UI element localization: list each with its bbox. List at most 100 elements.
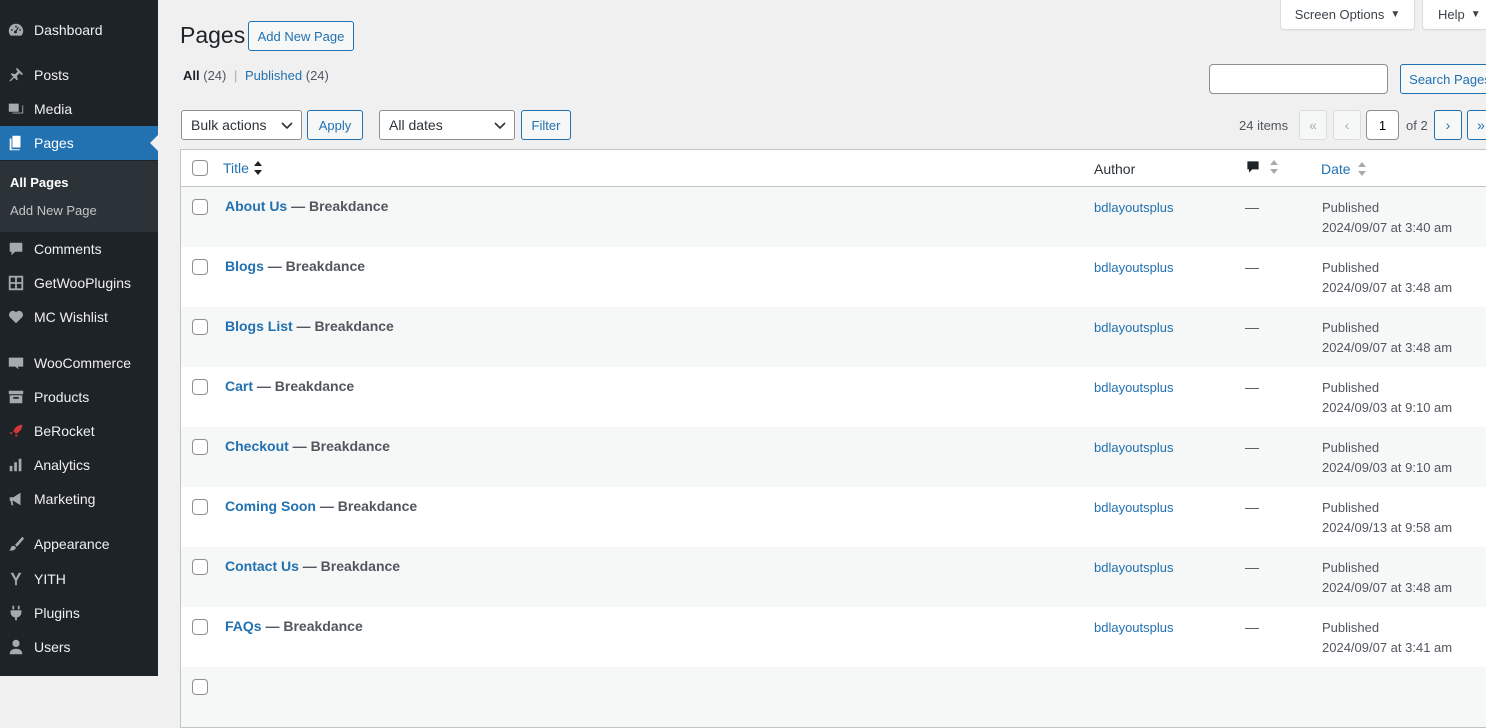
page-title-link[interactable]: FAQs — [225, 618, 262, 634]
author-link[interactable]: bdlayoutsplus — [1094, 380, 1174, 395]
menu-users[interactable]: Users — [0, 630, 158, 664]
menu-label: Users — [34, 639, 71, 655]
view-published[interactable]: Published (24) — [245, 68, 329, 83]
help-label: Help — [1438, 7, 1465, 22]
menu-mc-wishlist[interactable]: MC Wishlist — [0, 300, 158, 334]
menu-comments[interactable]: Comments — [0, 232, 158, 266]
author-link[interactable]: bdlayoutsplus — [1094, 320, 1174, 335]
table-row — [181, 667, 1486, 727]
author-link[interactable]: bdlayoutsplus — [1094, 200, 1174, 215]
date-value: 2024/09/03 at 9:10 am — [1322, 400, 1453, 415]
menu-berocket[interactable]: BeRocket — [0, 414, 158, 448]
date-value: 2024/09/07 at 3:48 am — [1322, 280, 1453, 295]
help-button[interactable]: Help ▼ — [1422, 0, 1486, 30]
row-checkbox[interactable] — [192, 199, 208, 215]
date-value: 2024/09/07 at 3:41 am — [1322, 640, 1453, 655]
menu-yith[interactable]: YITH — [0, 562, 158, 596]
menu-plugins[interactable]: Plugins — [0, 596, 158, 630]
woo-icon — [7, 354, 25, 372]
row-checkbox[interactable] — [192, 379, 208, 395]
yith-icon — [7, 570, 25, 588]
row-title: Coming Soon — Breakdance — [225, 498, 417, 514]
date-status: Published — [1322, 620, 1380, 635]
page-title-link[interactable]: Contact Us — [225, 558, 299, 574]
author-link[interactable]: bdlayoutsplus — [1094, 620, 1174, 635]
plugin-grid-icon — [7, 274, 25, 292]
column-date[interactable]: Date — [1321, 161, 1367, 177]
menu-products[interactable]: Products — [0, 380, 158, 414]
column-author: Author — [1094, 161, 1136, 177]
archive-icon — [7, 388, 25, 406]
author-link[interactable]: bdlayoutsplus — [1094, 260, 1174, 275]
search-input[interactable] — [1209, 64, 1388, 94]
date-value: 2024/09/07 at 3:40 am — [1322, 220, 1453, 235]
page-builder-label: — Breakdance — [287, 198, 389, 214]
row-checkbox[interactable] — [192, 679, 208, 695]
author-link[interactable]: bdlayoutsplus — [1094, 500, 1174, 515]
row-checkbox[interactable] — [192, 319, 208, 335]
date-status: Published — [1322, 440, 1380, 455]
column-date-label: Date — [1321, 161, 1351, 177]
filter-button[interactable]: Filter — [521, 110, 571, 140]
menu-analytics[interactable]: Analytics — [0, 448, 158, 482]
items-count: 24 items — [1239, 118, 1289, 133]
table-row: Blogs List — Breakdance bdlayoutsplus — … — [181, 307, 1486, 367]
page-title-link[interactable]: Blogs — [225, 258, 264, 274]
menu-label: Analytics — [34, 457, 91, 473]
pages-submenu: All Pages Add New Page — [0, 161, 158, 232]
page-title-link[interactable]: Coming Soon — [225, 498, 316, 514]
menu-label: Dashboard — [34, 22, 103, 38]
author-link[interactable]: bdlayoutsplus — [1094, 440, 1174, 455]
menu-marketing[interactable]: Marketing — [0, 482, 158, 516]
screen-options-button[interactable]: Screen Options ▼ — [1280, 0, 1415, 30]
menu-appearance[interactable]: Appearance — [0, 527, 158, 561]
column-comments[interactable] — [1245, 159, 1279, 175]
select-all-checkbox[interactable] — [192, 160, 208, 176]
next-page-button[interactable]: › — [1434, 110, 1462, 140]
bulk-actions-select[interactable]: Bulk actions — [181, 110, 302, 140]
table-header: Title Author Date — [181, 150, 1486, 187]
row-checkbox[interactable] — [192, 619, 208, 635]
page-title-link[interactable]: Blogs List — [225, 318, 293, 334]
search-pages-button[interactable]: Search Pages — [1400, 64, 1486, 94]
heart-icon — [7, 308, 25, 326]
chevron-down-icon — [281, 122, 293, 130]
admin-sidebar: Dashboard Posts Media Pages All Pages Ad… — [0, 0, 158, 676]
submenu-add-new-page[interactable]: Add New Page — [10, 203, 97, 218]
caret-down-icon: ▼ — [1390, 9, 1401, 20]
pages-table: Title Author Date About Us — Breakdance … — [180, 149, 1486, 728]
menu-woocommerce[interactable]: WooCommerce — [0, 346, 158, 380]
date-status: Published — [1322, 500, 1380, 515]
menu-getwooplugins[interactable]: GetWooPlugins — [0, 266, 158, 300]
pages-icon — [7, 134, 25, 152]
view-all[interactable]: All (24) — [183, 68, 226, 83]
page-title-link[interactable]: About Us — [225, 198, 287, 214]
menu-dashboard[interactable]: Dashboard — [0, 13, 158, 47]
date-status: Published — [1322, 380, 1380, 395]
comments-count: — — [1245, 499, 1259, 515]
table-row: About Us — Breakdance bdlayoutsplus — Pu… — [181, 187, 1486, 247]
date-filter-select[interactable]: All dates — [379, 110, 515, 140]
add-new-page-button[interactable]: Add New Page — [248, 21, 354, 51]
menu-pages[interactable]: Pages — [0, 126, 158, 160]
current-page-input[interactable] — [1366, 110, 1399, 140]
page-title-link[interactable]: Cart — [225, 378, 253, 394]
page-builder-label: — Breakdance — [253, 378, 355, 394]
bulk-actions-value: Bulk actions — [191, 117, 267, 133]
menu-media[interactable]: Media — [0, 92, 158, 126]
page-title-link[interactable]: Checkout — [225, 438, 289, 454]
menu-posts[interactable]: Posts — [0, 58, 158, 92]
date-value: 2024/09/07 at 3:48 am — [1322, 580, 1453, 595]
row-checkbox[interactable] — [192, 259, 208, 275]
submenu-all-pages[interactable]: All Pages — [10, 175, 69, 190]
apply-button[interactable]: Apply — [307, 110, 363, 140]
author-link[interactable]: bdlayoutsplus — [1094, 560, 1174, 575]
row-checkbox[interactable] — [192, 499, 208, 515]
user-icon — [7, 638, 25, 656]
row-checkbox[interactable] — [192, 559, 208, 575]
row-checkbox[interactable] — [192, 439, 208, 455]
last-page-button[interactable]: » — [1467, 110, 1486, 140]
bar-chart-icon — [7, 456, 25, 474]
page-builder-label: — Breakdance — [316, 498, 418, 514]
column-title[interactable]: Title — [223, 160, 263, 176]
